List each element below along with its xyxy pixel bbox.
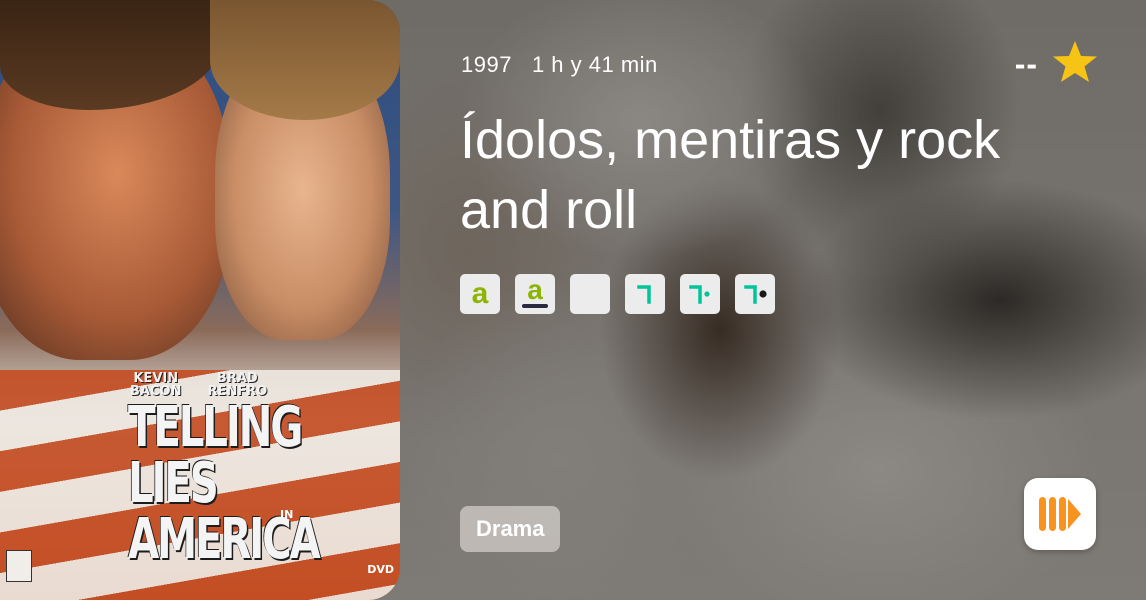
seven-icon: [637, 285, 651, 304]
atresplayer-a-icon: a: [472, 277, 489, 310]
poster-studio-logo: [6, 550, 32, 582]
svg-text:a: a: [472, 277, 489, 310]
playplanet-logo-icon: [1039, 497, 1081, 531]
seven-dot-icon: [689, 285, 710, 304]
provider-atresplayer[interactable]: a: [460, 274, 500, 314]
atresplayer-premium-a-icon: a: [522, 274, 548, 308]
provider-blank[interactable]: [570, 274, 610, 314]
movie-card-page: KEVIN BACON BRAD RENFRO TELLING LIES AME…: [0, 0, 1146, 600]
movie-duration: 1 h y 41 min: [531, 52, 658, 77]
poster-title-in: IN: [280, 508, 294, 521]
provider-atresplayer-premium[interactable]: a: [515, 274, 555, 314]
poster-hair-right: [210, 0, 400, 120]
star-icon: [1052, 40, 1098, 89]
genre-badge[interactable]: Drama: [460, 506, 561, 552]
seven-black-dot-icon: [744, 285, 767, 304]
open-app-button[interactable]: [1024, 478, 1096, 550]
provider-list: a a: [460, 274, 775, 314]
movie-year: 1997: [461, 52, 512, 77]
svg-text:a: a: [527, 274, 543, 305]
movie-title: Ídolos, mentiras y rock and roll: [460, 110, 1001, 240]
movie-rating: --: [1015, 40, 1098, 89]
provider-seven-premium[interactable]: [735, 274, 775, 314]
rating-value: --: [1014, 46, 1038, 82]
poster-dvd-label: DVD: [367, 563, 394, 576]
provider-seven-plus[interactable]: [680, 274, 720, 314]
movie-poster[interactable]: KEVIN BACON BRAD RENFRO TELLING LIES AME…: [0, 0, 400, 600]
poster-title: TELLING LIES AMERICA: [128, 395, 321, 572]
provider-seven[interactable]: [625, 274, 665, 314]
movie-meta: 1997 1 h y 41 min: [461, 52, 678, 78]
